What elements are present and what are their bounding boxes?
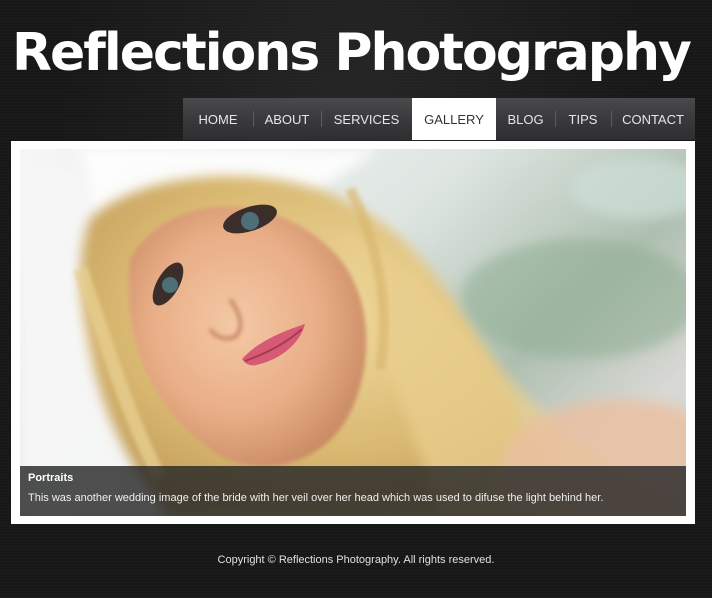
nav-item-contact[interactable]: CONTACT	[611, 98, 695, 140]
nav-item-home[interactable]: HOME	[183, 98, 253, 140]
site-title[interactable]: Reflections Photography	[12, 18, 692, 88]
nav-item-gallery[interactable]: GALLERY	[412, 98, 496, 140]
nav-item-services[interactable]: SERVICES	[321, 98, 412, 140]
nav-item-blog[interactable]: BLOG	[496, 98, 555, 140]
nav-item-about[interactable]: ABOUT	[253, 98, 321, 140]
footer-copyright: Copyright © Reflections Photography. All…	[217, 554, 495, 566]
photo-caption: Portraits This was another wedding image…	[20, 466, 686, 516]
gallery-photo[interactable]: Portraits This was another wedding image…	[20, 149, 686, 516]
caption-text: This was another wedding image of the br…	[28, 492, 604, 504]
caption-title: Portraits	[28, 472, 74, 484]
main-nav: HOME ABOUT SERVICES GALLERY BLOG TIPS CO…	[183, 98, 695, 140]
nav-item-tips[interactable]: TIPS	[555, 98, 611, 140]
page: Reflections Photography HOME ABOUT SERVI…	[0, 0, 712, 598]
bride-portrait-image	[20, 149, 686, 516]
gallery-frame: Portraits This was another wedding image…	[11, 141, 695, 524]
